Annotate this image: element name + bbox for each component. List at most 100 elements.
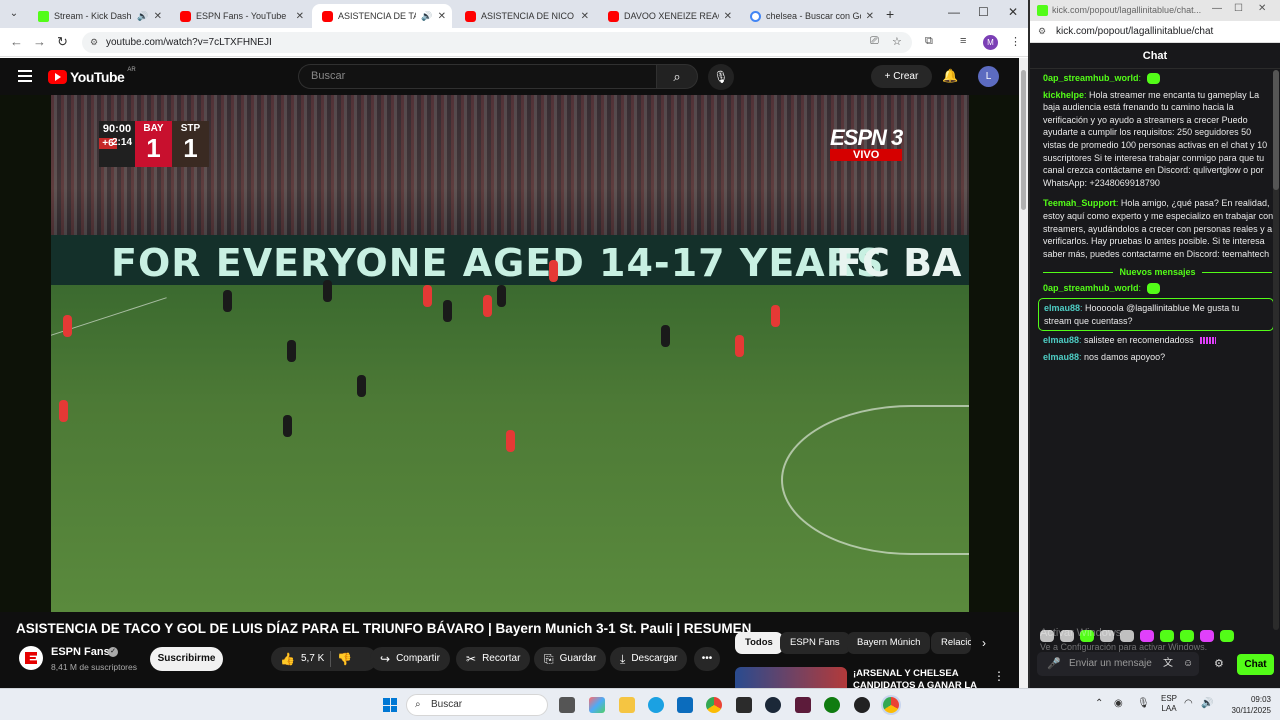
chrome-icon[interactable]: [706, 697, 722, 713]
clip-button[interactable]: ✂ Recortar: [456, 647, 531, 671]
close-window-icon[interactable]: ✕: [1258, 3, 1266, 14]
taskbar-clock[interactable]: 09:03 30/11/2025: [1219, 694, 1271, 716]
tab-davoo-xeneize[interactable]: DAVOO XENEIZE REACCIONA ✕: [598, 4, 738, 28]
windows-start-icon[interactable]: [383, 698, 397, 712]
chat-message-input[interactable]: 🎤 Enviar un mensaje 文 ☺: [1037, 652, 1199, 676]
kebab-menu-icon[interactable]: ⋮: [1010, 35, 1021, 48]
address-bar[interactable]: ⚙ youtube.com/watch?v=7cLTXFHNEJI: [82, 32, 912, 53]
create-button[interactable]: + Crear: [871, 65, 932, 88]
scrollbar-thumb[interactable]: [1021, 70, 1026, 210]
chat-username[interactable]: Teemah_Support: [1043, 198, 1116, 208]
subscribe-button[interactable]: Suscribirme: [150, 647, 223, 671]
emote-icon[interactable]: [1160, 630, 1174, 642]
extensions-puzzle-icon[interactable]: ⧉: [925, 35, 933, 48]
media-controls-icon[interactable]: ≡: [960, 35, 966, 47]
emote-icon[interactable]: [1220, 630, 1234, 642]
site-info-icon[interactable]: ⚙: [90, 32, 98, 53]
search-icon[interactable]: ⌕: [656, 64, 698, 89]
channel-avatar[interactable]: [19, 646, 43, 670]
tab-search-chevron-icon[interactable]: ⌄: [6, 6, 22, 22]
more-actions-icon[interactable]: •••: [694, 647, 720, 671]
emote-icon[interactable]: [1200, 630, 1214, 642]
account-avatar[interactable]: L: [978, 66, 999, 87]
chat-scrollbar[interactable]: [1273, 70, 1279, 630]
chip-all[interactable]: Todos: [735, 632, 783, 654]
site-info-icon[interactable]: ⚙: [1038, 26, 1046, 37]
notifications-bell-icon[interactable]: 🔔: [942, 68, 958, 84]
maximize-icon[interactable]: ☐: [978, 5, 989, 19]
task-view-icon[interactable]: [559, 697, 575, 713]
chip-espn-fans[interactable]: ESPN Fans: [780, 632, 850, 654]
back-arrow-icon[interactable]: ←: [10, 34, 23, 49]
download-button[interactable]: ⤓ Descargar: [610, 647, 688, 671]
emote-icon[interactable]: [1120, 630, 1134, 642]
new-tab-plus-icon[interactable]: +: [886, 6, 894, 22]
tab-chelsea-google[interactable]: chelsea - Buscar con Google ✕: [740, 4, 880, 28]
store-icon[interactable]: [677, 697, 693, 713]
tray-mic-icon[interactable]: 🎙: [1137, 698, 1150, 709]
edge-browser-icon[interactable]: [648, 697, 664, 713]
tray-chevron-icon[interactable]: ⌃: [1095, 698, 1103, 709]
profile-avatar[interactable]: M: [983, 35, 998, 50]
chat-username[interactable]: elmau88: [1044, 303, 1080, 313]
related-video-title[interactable]: ¡ARSENAL Y CHELSEA CANDIDATOS A GANAR LA: [853, 668, 983, 688]
maximize-icon[interactable]: ☐: [1234, 3, 1243, 14]
chat-username[interactable]: kickhelpe: [1043, 90, 1084, 100]
obs-icon[interactable]: [854, 697, 870, 713]
tab-espn-fans[interactable]: ESPN Fans - YouTube ✕: [170, 4, 310, 28]
chat-username[interactable]: elmau88: [1043, 352, 1079, 362]
close-tab-icon[interactable]: ✕: [296, 11, 304, 22]
speaker-icon[interactable]: 🔊: [421, 11, 432, 22]
close-window-icon[interactable]: ✕: [1008, 5, 1018, 19]
chevron-right-icon[interactable]: ›: [982, 636, 986, 650]
reload-icon[interactable]: ↻: [57, 34, 68, 50]
search-input[interactable]: Buscar: [298, 64, 656, 89]
cast-icon[interactable]: ⎚: [870, 35, 879, 48]
chat-username[interactable]: elmau88: [1043, 335, 1079, 345]
related-more-icon[interactable]: ⋮: [993, 669, 1005, 683]
like-count[interactable]: 5,7 K: [301, 647, 324, 671]
youtube-logo[interactable]: YouTube AR: [48, 67, 136, 85]
app-icon[interactable]: [795, 697, 811, 713]
share-button[interactable]: ↪ Compartir: [370, 647, 450, 671]
chip-bayern[interactable]: Bayern Múnich: [847, 632, 931, 654]
chrome-profile-icon[interactable]: [883, 697, 899, 713]
save-button[interactable]: ⎘ Guardar: [534, 647, 607, 671]
emote-icon[interactable]: [1140, 630, 1154, 642]
scrollbar-thumb[interactable]: [1273, 70, 1279, 190]
tab-kick-dashboard[interactable]: Stream - Kick Dashboard 🔊 ✕: [28, 4, 168, 28]
chat-username[interactable]: 0ap_streamhub_world: [1043, 283, 1139, 293]
minimize-icon[interactable]: —: [948, 5, 960, 19]
xbox-icon[interactable]: [824, 697, 840, 713]
capcut-icon[interactable]: [736, 697, 752, 713]
volume-icon[interactable]: 🔊: [1201, 698, 1213, 709]
chat-settings-gear-icon[interactable]: ⚙: [1214, 657, 1224, 670]
close-tab-icon[interactable]: ✕: [866, 11, 874, 22]
related-video-thumbnail[interactable]: [735, 667, 847, 688]
video-frame[interactable]: FOR EVERYONE AGED 14-17 YEARS FC BA 90:0…: [51, 95, 969, 612]
channel-name[interactable]: ESPN Fans: [51, 646, 110, 658]
close-tab-icon[interactable]: ✕: [724, 11, 732, 22]
tray-app-icon[interactable]: ◉: [1114, 698, 1123, 709]
chip-related[interactable]: Relacionado: [931, 632, 971, 654]
close-tab-icon[interactable]: ✕: [581, 11, 589, 22]
tab-asistencia-nico-paz[interactable]: ASISTENCIA DE NICO PAZ ✕: [455, 4, 595, 28]
thumbs-up-icon[interactable]: 👍: [280, 647, 295, 671]
copilot-icon[interactable]: [589, 697, 605, 713]
file-explorer-icon[interactable]: [619, 697, 635, 713]
forward-arrow-icon[interactable]: →: [33, 34, 46, 49]
video-player[interactable]: FOR EVERYONE AGED 14-17 YEARS FC BA 90:0…: [0, 95, 1019, 612]
steam-icon[interactable]: [765, 697, 781, 713]
chat-username[interactable]: 0ap_streamhub_world: [1043, 73, 1139, 83]
hamburger-menu-icon[interactable]: [18, 70, 32, 85]
taskbar-search-input[interactable]: ⌕ Buscar: [406, 694, 548, 716]
speaker-icon[interactable]: 🔊: [137, 11, 148, 22]
microphone-icon[interactable]: 🎤: [1047, 652, 1061, 676]
popup-url-bar[interactable]: ⚙ kick.com/popout/lagallinitablue/chat: [1030, 21, 1280, 43]
chat-send-button[interactable]: Chat: [1237, 654, 1274, 675]
thumbs-down-icon[interactable]: 👎: [337, 647, 352, 671]
close-tab-icon[interactable]: ✕: [438, 11, 446, 22]
page-scrollbar[interactable]: [1019, 58, 1028, 688]
wifi-icon[interactable]: ◠: [1184, 698, 1193, 709]
close-tab-icon[interactable]: ✕: [154, 11, 162, 22]
